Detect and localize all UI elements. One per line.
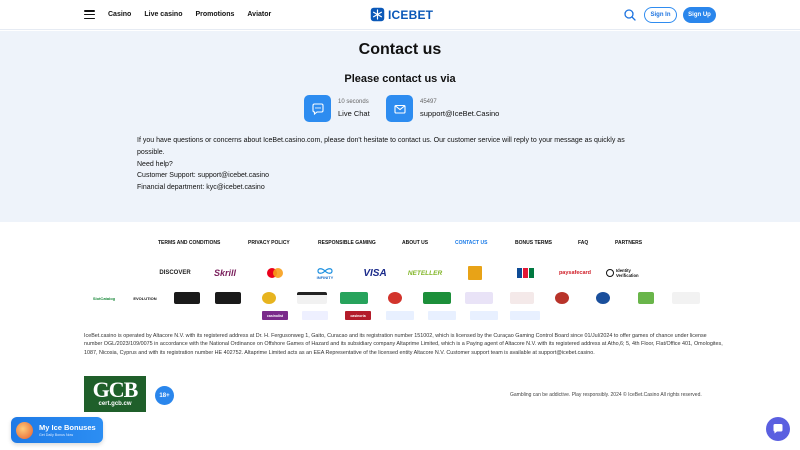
email-sub-value: 45497 <box>420 99 437 105</box>
visa-logo: VISA <box>363 267 387 279</box>
chat-icon <box>773 424 783 434</box>
footer-link-contact[interactable]: CONTACT US <box>455 240 487 246</box>
chat-bubble-icon <box>304 95 331 122</box>
skrill-logo: Skrill <box>213 268 236 278</box>
live-chat-response-time: 10 seconds <box>338 99 369 105</box>
gcb-seal-url: cert.gcb.cw <box>98 401 132 407</box>
provider-logo <box>638 292 654 304</box>
provider-logo <box>423 292 451 304</box>
provider-badge <box>262 292 276 304</box>
provider-logo <box>215 292 241 304</box>
sign-in-button[interactable]: Sign In <box>644 7 677 23</box>
discover-logo: DISCOVER <box>159 270 191 276</box>
footer-link-terms[interactable]: TERMS AND CONDITIONS <box>158 240 220 246</box>
nav-aviator[interactable]: Aviator <box>247 11 271 18</box>
bonus-widget-title: My Ice Bonuses <box>39 423 96 432</box>
financial-department-line: Financial department: kyc@icebet.casino <box>137 184 265 192</box>
provider-logo <box>465 292 493 304</box>
contact-text-line: Need help? <box>137 160 173 168</box>
provider-logo <box>470 311 498 320</box>
brand-logo-text: ICEBET <box>388 7 434 22</box>
provider-logo <box>302 311 328 320</box>
snowflake-icon <box>370 7 385 22</box>
provider-logo <box>510 311 540 320</box>
page-title: Contact us <box>358 41 442 58</box>
footer-link-partners[interactable]: PARTNERS <box>615 240 642 246</box>
provider-logo <box>174 292 200 304</box>
main-nav: Casino Live casino Promotions Aviator <box>108 11 271 18</box>
identity-verification-logo: Identity Verification <box>604 265 648 281</box>
provider-badge <box>388 292 402 304</box>
nav-promotions[interactable]: Promotions <box>195 11 234 18</box>
provider-badge <box>555 292 569 304</box>
contact-text-line: possible. <box>137 148 165 156</box>
sign-up-button[interactable]: Sign Up <box>683 7 716 23</box>
contact-section: Contact us Please contact us via 10 seco… <box>0 31 800 222</box>
contact-text-line: If you have questions or concerns about … <box>137 137 625 144</box>
email-option[interactable]: 45497 support@IceBet.Casino <box>386 95 499 122</box>
provider-logo <box>428 311 456 320</box>
brand-logo[interactable]: ICEBET <box>370 7 433 22</box>
bonus-widget-subtitle: Get Daily Bonus Now <box>39 433 74 437</box>
envelope-icon <box>386 95 413 122</box>
provider-logo <box>510 292 534 304</box>
casinolist-logo: casinolist <box>262 311 288 320</box>
footer-link-faq[interactable]: FAQ <box>578 240 588 246</box>
footer-link-privacy[interactable]: PRIVACY POLICY <box>248 240 290 246</box>
top-header: Casino Live casino Promotions Aviator IC… <box>0 0 800 30</box>
age-restriction-badge: 18+ <box>155 386 174 405</box>
mastercard-logo <box>262 265 288 281</box>
gambling-notice: Gambling can be addictive. Play responsi… <box>510 392 702 398</box>
footer-link-responsible-gaming[interactable]: RESPONSIBLE GAMING <box>318 240 376 246</box>
menu-icon[interactable] <box>84 10 95 19</box>
contact-paragraph: If you have questions or concerns about … <box>137 135 657 194</box>
footer-link-bonus-terms[interactable]: BONUS TERMS <box>515 240 552 246</box>
provider-logo <box>386 311 414 320</box>
legal-text: IceBet.casino is operated by Altacore N.… <box>84 333 723 356</box>
jcb-logo <box>514 265 536 281</box>
casinoria-logo: casinoria <box>345 311 371 320</box>
slotcatalog-logo: SlotCatalog <box>92 295 116 301</box>
footer-link-about[interactable]: ABOUT US <box>402 240 428 246</box>
bonus-avatar <box>16 421 33 439</box>
gcb-seal-title: GCB <box>92 377 139 402</box>
evolution-logo: EVOLUTION <box>133 295 157 301</box>
gcb-license-seal[interactable]: GCB cert.gcb.cw <box>84 376 146 412</box>
provider-logo <box>340 292 368 304</box>
provider-badge <box>596 292 610 304</box>
live-chat-option[interactable]: 10 seconds Live Chat <box>304 95 370 122</box>
support-chat-button[interactable] <box>766 417 790 441</box>
my-ice-bonuses-button[interactable]: My Ice Bonuses Get Daily Bonus Now <box>11 417 103 443</box>
nav-live-casino[interactable]: Live casino <box>144 11 182 18</box>
nav-casino[interactable]: Casino <box>108 11 131 18</box>
paysafecard-logo: paysafecard <box>558 270 592 276</box>
provider-logo <box>672 292 700 304</box>
email-address-label: support@IceBet.Casino <box>420 109 500 118</box>
neteller-logo: NETELLER <box>407 269 443 277</box>
contact-subtitle: Please contact us via <box>344 73 456 85</box>
wallet-logo <box>466 265 484 281</box>
infinity-logo: INFINITY <box>311 265 339 281</box>
customer-support-line: Customer Support: support@icebet.casino <box>137 172 270 180</box>
live-chat-label: Live Chat <box>338 109 370 118</box>
search-icon[interactable] <box>624 9 636 21</box>
provider-logo <box>297 292 327 304</box>
